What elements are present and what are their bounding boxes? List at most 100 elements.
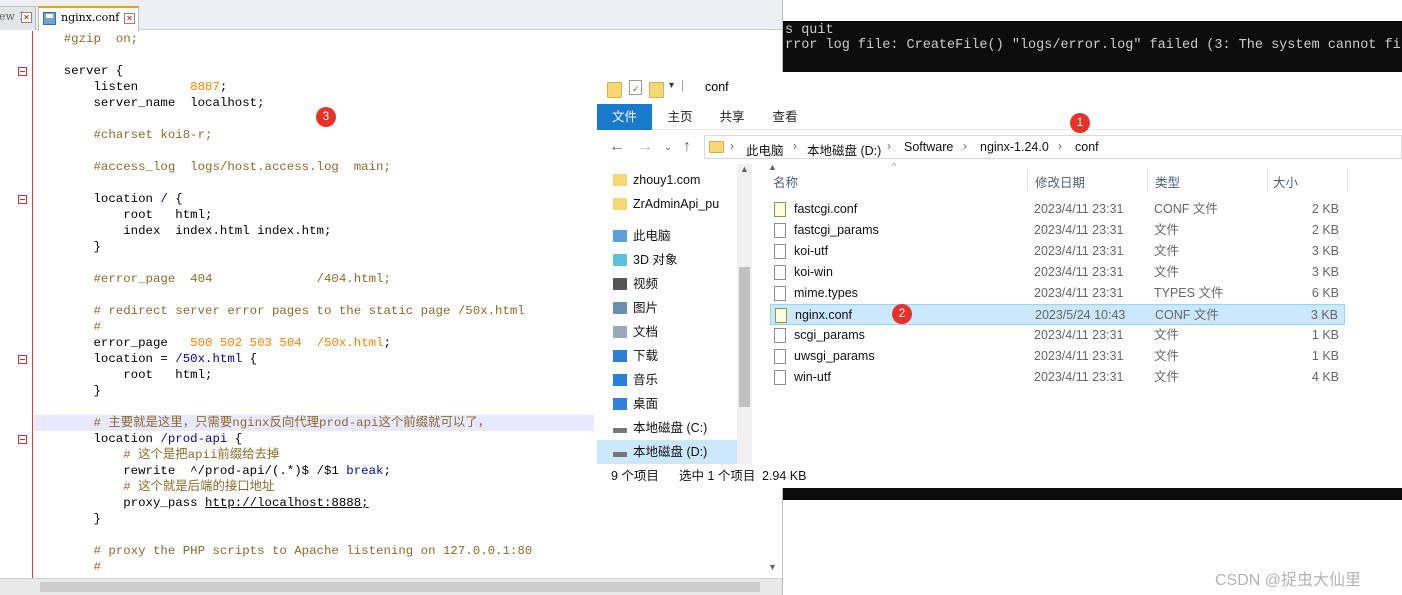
code-line[interactable] (34, 527, 594, 543)
code-line[interactable]: error_page 500 502 503 504 /50x.html; (34, 335, 594, 351)
tab-new-1[interactable]: ew 1 ✕ (0, 6, 36, 30)
file-row[interactable]: nginx.conf 2023/5/24 10:43 CONF 文件 3 KB (770, 304, 1345, 325)
nav-item[interactable]: 音乐 (597, 368, 737, 392)
vertical-scrollbar[interactable]: ▲ ▼ (764, 160, 782, 578)
nav-item[interactable]: 本地磁盘 (D:) (597, 440, 737, 464)
nav-item[interactable]: 下载 (597, 344, 737, 368)
console-line: rror log file: CreateFile() "logs/error.… (785, 38, 1402, 53)
file-row[interactable]: scgi_params 2023/4/11 23:31 文件 1 KB (770, 325, 1345, 346)
code-line[interactable] (34, 143, 594, 159)
tab-nginx-conf[interactable]: nginx.conf ✕ (38, 6, 139, 31)
code-line[interactable] (34, 399, 594, 415)
code-line[interactable]: } (34, 239, 594, 255)
file-row[interactable]: mime.types 2023/4/11 23:31 TYPES 文件 6 KB (770, 283, 1345, 304)
fold-toggle-icon[interactable] (18, 355, 27, 364)
code-line[interactable]: location = /50x.html { (34, 351, 594, 367)
code-line[interactable]: index index.html index.htm; (34, 223, 594, 239)
code-line[interactable]: #access_log logs/host.access.log main; (34, 159, 594, 175)
code-line[interactable] (34, 111, 594, 127)
code-line[interactable]: rewrite ^/prod-api/(.*)$ /$1 break; (34, 463, 594, 479)
close-icon[interactable]: ✕ (124, 13, 135, 24)
code-token: # proxy the PHP scripts to Apache listen… (34, 544, 533, 558)
column-divider[interactable] (1347, 168, 1348, 192)
file-row[interactable]: koi-win 2023/4/11 23:31 文件 3 KB (770, 262, 1345, 283)
code-line[interactable] (34, 47, 594, 63)
tab-share[interactable]: 共享 (707, 104, 757, 130)
code-line[interactable]: server_name localhost; (34, 95, 594, 111)
code-line[interactable]: # 主要就是这里，只需要nginx反向代理prod-api这个前缀就可以了， (34, 415, 594, 431)
breadcrumb-this-pc[interactable]: 此电脑 (746, 140, 784, 159)
code-line[interactable]: # 这个就是后端的接口地址 (34, 479, 594, 495)
file-row[interactable]: fastcgi.conf 2023/4/11 23:31 CONF 文件 2 KB (770, 199, 1345, 220)
scrollbar-thumb[interactable] (40, 582, 760, 592)
code-token: /50x.html (175, 352, 243, 366)
code-area[interactable]: #gzip on; server { listen 8887; server_n… (34, 31, 596, 578)
horizontal-scrollbar[interactable] (0, 578, 782, 595)
code-line[interactable]: location / { (34, 191, 594, 207)
column-divider[interactable] (1267, 168, 1268, 192)
breadcrumb-conf[interactable]: conf (1075, 140, 1099, 154)
code-line[interactable]: #gzip on; (34, 31, 594, 47)
code-line[interactable]: # (34, 559, 594, 575)
nav-item[interactable]: 此电脑 (597, 224, 737, 248)
code-line[interactable]: #error_page 404 /404.html; (34, 271, 594, 287)
scroll-down-icon[interactable]: ▼ (768, 562, 777, 572)
code-line[interactable] (34, 175, 594, 191)
fold-toggle-icon[interactable] (18, 195, 27, 204)
file-row[interactable]: koi-utf 2023/4/11 23:31 文件 3 KB (770, 241, 1345, 262)
nav-item[interactable]: ZrAdminApi_pu (597, 192, 737, 216)
code-line[interactable]: # (34, 319, 594, 335)
breadcrumb-nginx[interactable]: nginx-1.24.0 (980, 140, 1049, 154)
nav-item[interactable]: 视频 (597, 272, 737, 296)
code-line[interactable]: # redirect server error pages to the sta… (34, 303, 594, 319)
nav-item[interactable]: 本地磁盘 (C:) (597, 416, 737, 440)
breadcrumb-drive-d[interactable]: 本地磁盘 (D:) (807, 140, 881, 159)
column-type[interactable]: 类型 (1155, 172, 1180, 191)
nav-item[interactable]: zhouy1.com (597, 168, 737, 192)
properties-icon[interactable]: ✓ (629, 80, 642, 95)
fold-toggle-icon[interactable] (18, 435, 27, 444)
file-row[interactable]: fastcgi_params 2023/4/11 23:31 文件 2 KB (770, 220, 1345, 241)
scroll-up-icon[interactable]: ▲ (768, 162, 777, 172)
file-row[interactable]: uwsgi_params 2023/4/11 23:31 文件 1 KB (770, 346, 1345, 367)
tab-file[interactable]: 文件 (597, 104, 652, 130)
recent-locations-icon[interactable]: ⌄ (664, 142, 672, 153)
code-line[interactable]: } (34, 511, 594, 527)
nav-scrollbar[interactable]: ▲ (737, 164, 752, 464)
file-name: fastcgi.conf (794, 202, 858, 216)
code-line[interactable]: #charset koi8-r; (34, 127, 594, 143)
nav-item[interactable]: 图片 (597, 296, 737, 320)
column-date[interactable]: 修改日期 (1035, 172, 1085, 191)
code-line[interactable]: listen 8887; (34, 79, 594, 95)
nav-item[interactable]: 文档 (597, 320, 737, 344)
code-line[interactable] (34, 255, 594, 271)
code-line[interactable] (34, 287, 594, 303)
tab-home[interactable]: 主页 (655, 104, 705, 130)
scroll-up-icon[interactable]: ▲ (740, 164, 749, 174)
file-row[interactable]: win-utf 2023/4/11 23:31 文件 4 KB (770, 367, 1345, 388)
code-line[interactable]: root html; (34, 367, 594, 383)
nav-item[interactable]: 桌面 (597, 392, 737, 416)
column-size[interactable]: 大小 (1273, 172, 1298, 191)
code-line[interactable]: server { (34, 63, 594, 79)
column-divider[interactable] (1027, 168, 1028, 192)
column-divider[interactable] (1147, 168, 1148, 192)
scrollbar-thumb[interactable] (739, 267, 750, 407)
code-line[interactable]: # proxy the PHP scripts to Apache listen… (34, 543, 594, 559)
quick-access-dropdown-icon[interactable]: ▾ (669, 80, 674, 96)
code-line[interactable]: proxy_pass http://localhost:8888; (34, 495, 594, 511)
code-line[interactable]: } (34, 383, 594, 399)
fold-toggle-icon[interactable] (18, 67, 27, 76)
nav-item[interactable]: 3D 对象 (597, 248, 737, 272)
code-line[interactable]: root html; (34, 207, 594, 223)
up-arrow-icon[interactable]: ↑ (683, 138, 691, 156)
new-folder-icon[interactable] (649, 82, 664, 98)
breadcrumb-software[interactable]: Software (904, 140, 953, 154)
back-arrow-icon[interactable]: ← (609, 138, 625, 156)
address-bar[interactable]: › 此电脑 › 本地磁盘 (D:) › Software › nginx-1.2… (704, 135, 1402, 159)
forward-arrow-icon[interactable]: → (637, 138, 653, 156)
code-line[interactable]: # 这个是把apii前缀给去掉 (34, 447, 594, 463)
close-icon[interactable]: ✕ (21, 12, 32, 23)
tab-view[interactable]: 查看 (760, 104, 810, 130)
code-line[interactable]: location /prod-api { (34, 431, 594, 447)
